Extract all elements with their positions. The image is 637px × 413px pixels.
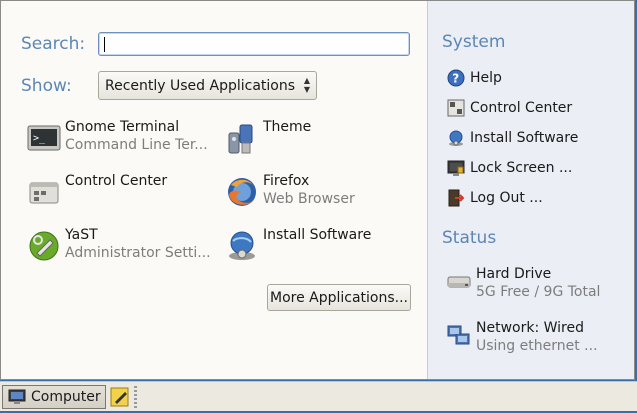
app-description: Administrator Setti... xyxy=(65,245,211,261)
svg-text:?: ? xyxy=(452,72,459,86)
status-detail: Using ethernet ... xyxy=(476,338,598,354)
system-item-label: Lock Screen ... xyxy=(470,160,573,176)
computer-menu-button[interactable]: Computer xyxy=(2,385,106,409)
status-title: Hard Drive xyxy=(476,266,552,282)
show-label: Show: xyxy=(21,76,72,96)
app-install-software[interactable]: Install Software xyxy=(225,227,420,271)
yast-icon xyxy=(29,231,59,261)
app-name: Gnome Terminal xyxy=(65,119,180,135)
app-name: Control Center xyxy=(65,173,168,189)
control-center-icon xyxy=(29,182,59,204)
log-out-icon xyxy=(448,189,465,207)
notes-icon xyxy=(110,387,129,407)
system-heading: System xyxy=(442,32,506,52)
text-caret xyxy=(104,37,105,52)
taskbar: Computer xyxy=(0,381,637,411)
search-label: Search: xyxy=(21,34,86,54)
theme-icon xyxy=(228,124,253,154)
firefox-icon xyxy=(228,178,256,206)
search-input[interactable] xyxy=(98,32,410,56)
app-name: Firefox xyxy=(263,173,310,189)
app-description: Web Browser xyxy=(263,191,355,207)
system-item-label: Control Center xyxy=(470,100,573,116)
app-name: Install Software xyxy=(263,227,372,243)
system-item-label: Install Software xyxy=(470,130,579,146)
app-gnome-terminal[interactable]: >_ Gnome Terminal Command Line Ter... xyxy=(27,119,222,163)
app-firefox[interactable]: Firefox Web Browser xyxy=(225,173,420,217)
panel-handle[interactable] xyxy=(134,386,137,408)
control-center-icon xyxy=(447,99,465,117)
show-dropdown-value: Recently Used Applications xyxy=(105,78,296,94)
system-item-label: Log Out ... xyxy=(470,190,543,206)
lock-screen-icon xyxy=(447,160,465,176)
terminal-icon: >_ xyxy=(27,125,61,151)
notes-launcher[interactable] xyxy=(108,385,132,409)
app-description: Command Line Ter... xyxy=(65,137,208,153)
hard-drive-icon xyxy=(447,276,471,288)
app-yast[interactable]: YaST Administrator Setti... xyxy=(27,227,222,271)
status-heading: Status xyxy=(442,228,497,248)
install-software-icon xyxy=(449,130,463,146)
app-name: Theme xyxy=(263,119,312,135)
status-title: Network: Wired xyxy=(476,320,584,336)
computer-label: Computer xyxy=(31,389,101,405)
computer-icon xyxy=(8,389,26,404)
app-control-center[interactable]: Control Center xyxy=(27,173,222,217)
app-theme[interactable]: Theme xyxy=(225,119,420,163)
main-menu: Search: Show: Recently Used Applications… xyxy=(0,0,635,380)
help-icon: ? xyxy=(447,69,465,87)
show-dropdown[interactable]: Recently Used Applications ▲ ▼ xyxy=(98,71,317,100)
install-software-icon xyxy=(229,231,255,260)
system-item-label: Help xyxy=(470,70,502,86)
svg-text:>_: >_ xyxy=(33,133,46,144)
network-icon xyxy=(447,325,470,345)
app-name: YaST xyxy=(65,227,98,243)
more-applications-button[interactable]: More Applications... xyxy=(267,284,411,311)
status-hard-drive[interactable]: Hard Drive 5G Free / 9G Total xyxy=(447,266,627,306)
status-network[interactable]: Network: Wired Using ethernet ... xyxy=(447,320,627,360)
status-detail: 5G Free / 9G Total xyxy=(476,284,601,300)
applications-pane: Search: Show: Recently Used Applications… xyxy=(1,1,427,379)
dropdown-arrows-icon: ▲ ▼ xyxy=(303,76,310,94)
